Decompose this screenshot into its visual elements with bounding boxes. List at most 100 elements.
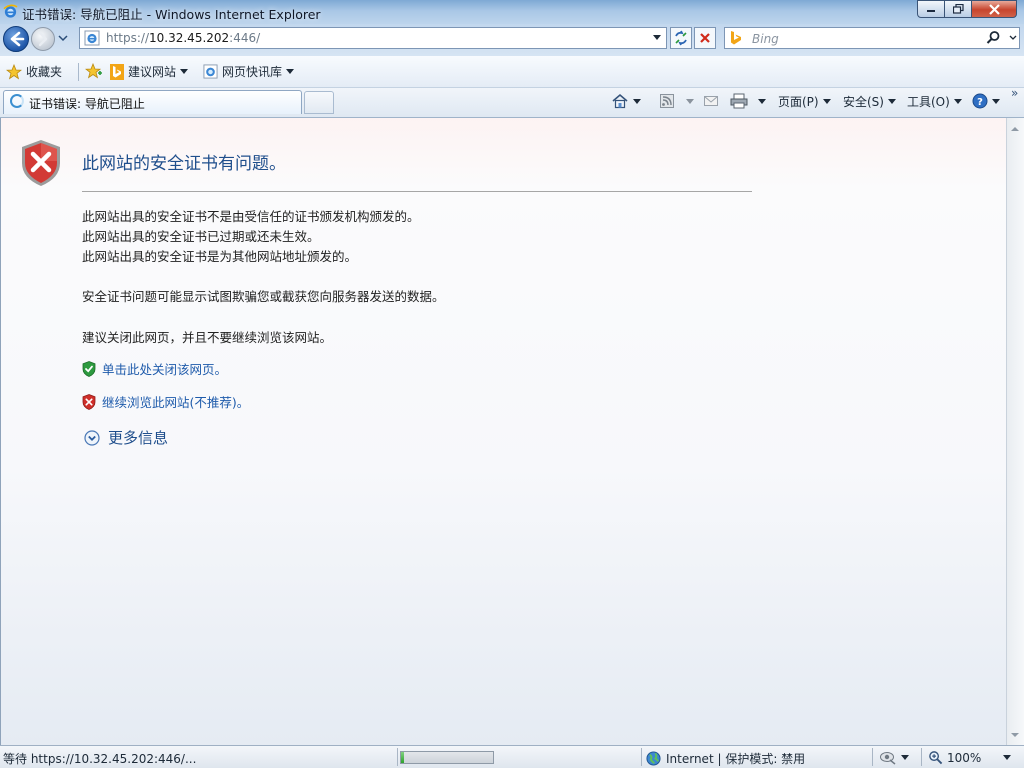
maximize-button[interactable] [944,0,972,18]
globe-icon [646,751,661,766]
status-text: 等待 https://10.32.45.202:446/... [3,752,197,766]
search-provider-dropdown-icon[interactable] [1009,34,1017,42]
reason-expired: 此网站出具的安全证书已过期或还未生效。 [82,229,320,244]
continue-to-website-link-label: 继续浏览此网站(不推荐)。 [102,395,250,410]
progress-bar [400,751,494,764]
chevron-down-icon [180,69,189,74]
recent-pages-dropdown-icon[interactable] [58,34,68,42]
forward-arrow-icon [38,31,48,47]
red-shield-x-icon [82,393,96,410]
web-slice-gallery-label: 网页快讯库 [222,65,283,79]
feeds-button[interactable] [660,92,694,110]
help-button[interactable]: ? [972,92,1000,110]
refresh-icon [675,30,687,46]
search-input[interactable] [750,28,984,49]
favorites-separator [78,63,79,81]
close-window-button[interactable] [971,0,1017,18]
chevron-down-icon [953,98,962,104]
stop-button[interactable] [694,27,716,49]
close-page-link[interactable]: 单击此处关闭该网页。 [82,359,227,378]
chevron-down-icon [758,98,766,104]
zoom-level-label: 100% [947,750,982,765]
chevron-down-icon [633,98,641,104]
rss-feed-icon [660,94,674,108]
stop-icon [700,33,710,43]
privacy-eye-icon [880,752,896,765]
reason-untrusted-ca: 此网站出具的安全证书不是由受信任的证书颁发机构颁发的。 [82,209,420,224]
bing-logo-icon [731,31,741,45]
back-arrow-icon [10,31,25,47]
star-icon [6,63,22,79]
safety-menu-label: 安全(S) [843,94,884,109]
web-slice-gallery-button[interactable]: 网页快讯库 [203,63,295,80]
suggested-sites-button[interactable]: 建议网站 [110,63,189,80]
print-button[interactable] [730,92,766,110]
favorites-label: 收藏夹 [26,65,63,79]
new-tab-button[interactable] [304,91,334,114]
url-host: 10.32.45.202 [149,31,230,45]
security-warning-text: 安全证书问题可能显示试图欺骗您或截获您向服务器发送的数据。 [82,289,445,304]
safety-menu-button[interactable]: 安全(S) [843,92,896,110]
tools-menu-button[interactable]: 工具(O) [907,92,962,110]
address-dropdown-icon[interactable] [652,30,662,44]
security-zone-indicator[interactable]: Internet | 保护模式: 禁用 [646,750,805,767]
chevron-down-icon [686,98,694,104]
expand-chevron-icon [84,429,100,446]
add-to-favorites-bar-icon[interactable] [85,63,103,79]
chevron-down-icon [887,98,896,104]
more-information-toggle[interactable]: 更多信息 [84,427,168,448]
printer-icon [730,93,748,109]
vertical-scrollbar[interactable] [1006,118,1024,745]
page-ie-icon [84,30,100,46]
privacy-report-button[interactable] [879,750,909,765]
bing-logo-icon [110,63,124,80]
recommendation-text: 建议关闭此网页，并且不要继续浏览该网站。 [82,330,333,345]
page-menu-label: 页面(P) [778,94,819,109]
close-icon [988,3,1000,15]
close-page-link-label: 单击此处关闭该网页。 [102,362,228,377]
restore-icon [952,4,964,14]
favorites-button[interactable]: 收藏夹 [6,63,62,80]
error-shield-icon [22,140,60,186]
page-menu-button[interactable]: 页面(P) [778,92,831,110]
ie-logo-icon [3,4,18,18]
scroll-up-arrow-icon[interactable] [1008,122,1022,136]
loading-spinner-icon [10,94,24,108]
help-icon: ? [972,93,988,109]
heading-divider [82,191,752,192]
read-mail-button[interactable] [704,92,718,110]
back-button[interactable] [3,26,29,52]
chevron-down-icon [992,98,1000,104]
window-title: 证书错误: 导航已阻止 - Windows Internet Explorer [22,7,321,22]
chevron-down-icon [286,69,295,74]
refresh-button[interactable] [670,27,692,49]
forward-button[interactable] [31,27,55,51]
minimize-button[interactable] [917,0,945,18]
suggested-sites-label: 建议网站 [128,65,177,79]
zoom-level-button[interactable]: 100% [928,750,1012,765]
security-zone-label: Internet | 保护模式: 禁用 [666,752,806,766]
minimize-icon [927,10,935,12]
more-commands-chevron-icon[interactable]: » [1011,86,1018,100]
continue-to-website-link[interactable]: 继续浏览此网站(不推荐)。 [82,392,249,411]
green-shield-check-icon [82,360,96,377]
search-icon[interactable] [985,30,1001,46]
progress-bar-fill [401,752,404,763]
more-information-label: 更多信息 [108,429,169,447]
chevron-down-icon [1003,755,1012,760]
home-button[interactable] [611,92,641,110]
status-separator [397,748,398,766]
url-port-path: :446/ [229,31,261,45]
status-separator [872,748,873,766]
tab-title: 证书错误: 导航已阻止 [29,97,145,111]
page-ie-icon [203,64,218,79]
chevron-down-icon [822,98,831,104]
mail-icon [704,96,718,106]
url-scheme: https:// [106,31,150,45]
address-url[interactable]: https://10.32.45.202:446/ [106,31,260,45]
scroll-down-arrow-icon[interactable] [1008,728,1022,742]
reason-name-mismatch: 此网站出具的安全证书是为其他网站地址颁发的。 [82,249,358,264]
status-separator [641,748,642,766]
zoom-magnifier-icon [929,751,943,765]
home-icon [612,93,628,109]
